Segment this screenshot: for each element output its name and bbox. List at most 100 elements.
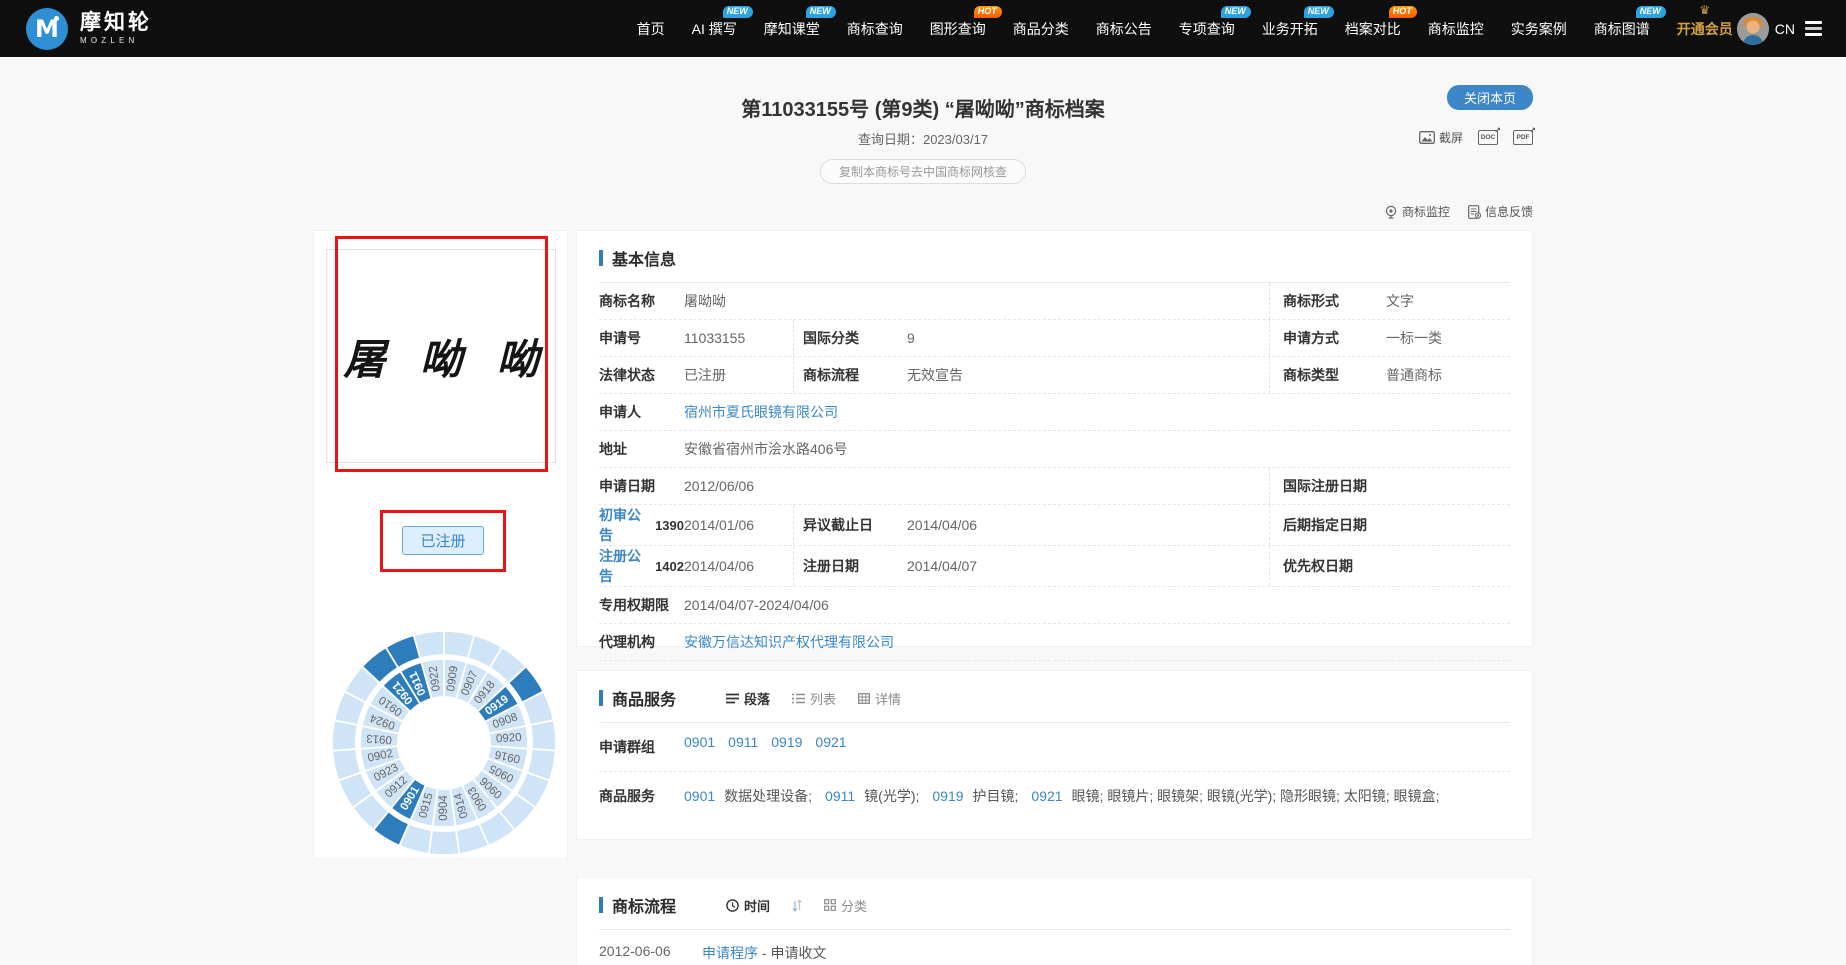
field-value: 2012/06/06 <box>684 478 1269 494</box>
group-code-link[interactable]: 0919 <box>771 734 802 760</box>
page-title: 第11033155号 (第9类) “屠呦呦”商标档案 <box>313 93 1533 122</box>
goods-code-link[interactable]: 0901 <box>684 788 715 804</box>
gazette-link[interactable]: 注册公告 <box>599 546 652 586</box>
list-view-icon <box>792 693 805 704</box>
brand-name: 摩知轮 <box>80 12 152 33</box>
feedback-icon <box>1468 205 1481 219</box>
control-label: 时间 <box>744 896 770 915</box>
nav-item[interactable]: 商品分类 <box>1013 19 1069 39</box>
nav-item[interactable]: 业务开拓NEW <box>1262 19 1318 39</box>
field-value: 一标一类 <box>1386 328 1510 348</box>
field-label: 后期指定日期 <box>1269 505 1386 545</box>
nav-item[interactable]: 摩知课堂NEW <box>764 19 820 39</box>
nav-item[interactable]: 商标查询 <box>847 19 903 39</box>
brand[interactable]: M 摩知轮 MOZLEN <box>26 8 152 50</box>
nav-item[interactable]: 首页 <box>637 19 665 39</box>
table-row: 商标名称 屠呦呦 商标形式 文字 <box>599 283 1510 320</box>
status-registered-button[interactable]: 已注册 <box>402 526 484 555</box>
field-value: 2014/04/07-2024/04/06 <box>684 597 1510 613</box>
view-label: 详情 <box>875 689 901 708</box>
nav-item[interactable]: AI 撰写NEW <box>692 19 737 39</box>
table-row: 申请号 11033155 国际分类 9 申请方式 一标一类 <box>599 320 1510 357</box>
group-code-link[interactable]: 0911 <box>728 734 758 760</box>
sort-by-time-control[interactable]: 时间 <box>726 896 770 915</box>
export-pdf-button[interactable]: PDF↗ <box>1513 130 1533 145</box>
export-doc-button[interactable]: DOC↗ <box>1478 130 1498 145</box>
trademark-process-card: 商标流程 时间 <box>576 877 1533 965</box>
doc-export-icon: DOC↗ <box>1478 130 1498 145</box>
field-label: 优先权日期 <box>1269 546 1386 586</box>
nav-item[interactable]: 商标监控 <box>1428 19 1484 39</box>
nav-item[interactable]: 图形查询HOT <box>930 19 986 39</box>
user-avatar[interactable] <box>1737 13 1769 45</box>
goods-code-link[interactable]: 0911 <box>825 788 855 804</box>
applicant-link[interactable]: 宿州市夏氏眼镜有限公司 <box>684 402 1510 422</box>
field-value: 11033155 <box>684 330 793 346</box>
group-code-link[interactable]: 0921 <box>815 734 846 760</box>
gazette-link[interactable]: 初审公告 <box>599 505 652 545</box>
nav-item[interactable]: 商标公告 <box>1096 19 1152 39</box>
nav-item-vip[interactable]: 开通会员♛ <box>1677 19 1733 39</box>
monitor-label: 商标监控 <box>1402 203 1450 220</box>
field-label: 注册公告1402 <box>599 546 684 586</box>
table-row: 申请日期 2012/06/06 国际注册日期 <box>599 468 1510 505</box>
hamburger-menu-icon[interactable] <box>1805 21 1822 36</box>
mozlen-logo-icon: M <box>26 8 68 50</box>
feedback-link[interactable]: 信息反馈 <box>1468 203 1533 220</box>
table-row: 申请人 宿州市夏氏眼镜有限公司 <box>599 394 1510 431</box>
sunburst-segment[interactable] <box>530 720 556 750</box>
tab-paragraph-view[interactable]: 段落 <box>726 689 770 708</box>
goods-code-link[interactable]: 0919 <box>932 788 963 804</box>
field-label: 商标名称 <box>599 291 684 311</box>
monitor-icon <box>1384 205 1398 219</box>
field-value: 已注册 <box>684 365 793 385</box>
field-label: 商品服务 <box>599 783 684 809</box>
goods-section-title: 商品服务 <box>599 686 676 710</box>
top-nav-bar: M 摩知轮 MOZLEN 首页 AI 撰写NEW 摩知课堂NEW 商标查询 图形查询HO… <box>0 0 1846 57</box>
language-toggle[interactable]: CN <box>1775 21 1795 37</box>
similar-group-sunburst-chart: 0909090709180919090809200916090509060903… <box>329 628 559 858</box>
process-stage-link[interactable]: 申请程序 <box>702 945 758 961</box>
group-code-link[interactable]: 0901 <box>684 734 715 760</box>
nav-item[interactable]: 档案对比HOT <box>1345 19 1401 39</box>
tab-list-view[interactable]: 列表 <box>792 689 836 708</box>
field-value: 2014/04/07 <box>907 558 1269 574</box>
clock-icon <box>726 899 739 912</box>
process-detail: 申请收文 <box>770 945 826 961</box>
tab-detail-view[interactable]: 详情 <box>858 689 901 708</box>
sunburst-segment-label: 0920 <box>496 732 522 746</box>
table-row: 注册公告1402 2014/04/06 注册日期 2014/04/07 优先权日… <box>599 546 1510 587</box>
hot-badge: HOT <box>1389 6 1417 18</box>
hot-badge: HOT <box>974 6 1002 18</box>
new-badge: NEW <box>723 6 753 18</box>
view-label: 列表 <box>810 689 836 708</box>
field-value: 安徽省宿州市浍水路406号 <box>684 439 1510 459</box>
field-label: 注册日期 <box>793 546 907 586</box>
field-label: 法律状态 <box>599 365 684 385</box>
close-page-button[interactable]: 关闭本页 <box>1447 85 1533 110</box>
nav-item[interactable]: 专项查询NEW <box>1179 19 1235 39</box>
field-value: 9 <box>907 330 1269 346</box>
screenshot-button[interactable]: 截屏 <box>1419 129 1463 146</box>
field-label: 专用权期限 <box>599 595 684 615</box>
field-label: 申请日期 <box>599 476 684 496</box>
tools-toolbar: 商标监控 信息反馈 <box>1384 203 1533 220</box>
sunburst-segment-label: 0904 <box>438 795 450 821</box>
nav-item[interactable]: 商标图谱NEW <box>1594 19 1650 39</box>
sort-direction-control[interactable] <box>792 899 802 912</box>
view-toggles: 段落 列表 详情 <box>726 689 901 708</box>
goods-code-link[interactable]: 0921 <box>1031 788 1062 804</box>
sunburst-segment[interactable] <box>429 830 460 855</box>
group-by-category-control[interactable]: 分类 <box>824 896 867 915</box>
field-label: 申请号 <box>599 328 684 348</box>
trademark-monitor-link[interactable]: 商标监控 <box>1384 203 1450 220</box>
sunburst-segment[interactable] <box>414 631 444 658</box>
copy-trademark-number-button[interactable]: 复制本商标号去中国商标网核查 <box>820 159 1026 184</box>
nav-item[interactable]: 实务案例 <box>1511 19 1567 39</box>
goods-description: 0901数据处理设备;0911镜(光学);0919护目镜;0921眼镜; 眼镜片… <box>684 783 1510 810</box>
field-value: 无效宣告 <box>907 365 1269 385</box>
detail-view-icon <box>858 693 870 704</box>
trademark-image: 屠 呦 呦 <box>326 249 556 463</box>
crown-icon: ♛ <box>1699 4 1710 16</box>
main-content: 屠 呦 呦 已注册 090909070918091909080920091609… <box>313 230 1533 965</box>
